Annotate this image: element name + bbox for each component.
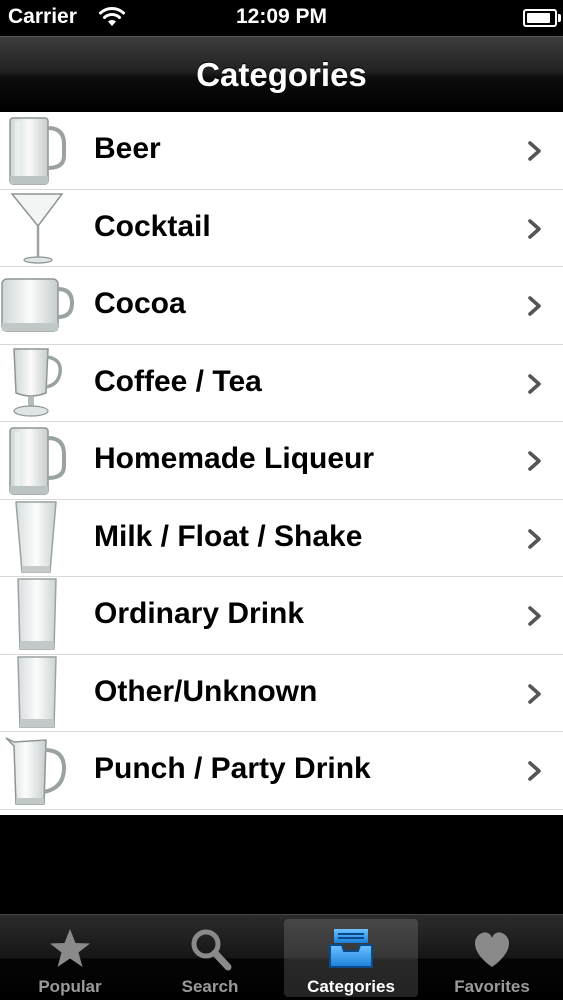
chevron-right-icon	[527, 528, 543, 555]
category-row[interactable]: Punch / Party Drink	[0, 732, 563, 810]
chevron-right-icon	[527, 140, 543, 167]
cocoa-mug-icon	[0, 267, 76, 343]
chevron-right-icon	[527, 450, 543, 477]
category-label: Coffee / Tea	[94, 364, 262, 398]
heart-icon	[425, 927, 559, 973]
battery-icon	[523, 9, 561, 27]
chevron-right-icon	[527, 605, 543, 632]
clock: 12:09 PM	[235, 5, 328, 28]
navigation-bar: Categories	[0, 36, 563, 112]
category-row[interactable]: Homemade Liqueur	[0, 422, 563, 500]
status-bar: Carrier 12:09 PM	[0, 0, 563, 36]
tab-label: Favorites	[454, 977, 530, 996]
page-title: Categories	[196, 56, 367, 93]
category-row[interactable]: Cocktail	[0, 189, 563, 267]
category-row[interactable]: Other/Unknown	[0, 654, 563, 732]
category-label: Ordinary Drink	[94, 597, 305, 630]
category-row[interactable]: Coffee / Tea	[0, 344, 563, 422]
martini-glass-icon	[0, 190, 76, 266]
tab-search[interactable]: Search	[143, 919, 277, 997]
irish-coffee-mug-icon	[0, 345, 76, 421]
chevron-right-icon	[527, 218, 543, 245]
category-list[interactable]: Beer Cocktail Cocoa Coffee / Tea Homemad…	[0, 112, 563, 815]
category-label: Punch / Party Drink	[94, 752, 371, 785]
chevron-right-icon	[527, 683, 543, 710]
magnifier-icon	[143, 927, 277, 973]
tab-label: Categories	[307, 977, 395, 996]
category-label: Milk / Float / Shake	[94, 519, 363, 553]
star-icon	[3, 927, 137, 973]
category-row[interactable]: Cocoa	[0, 267, 563, 345]
tab-popular[interactable]: Popular	[3, 919, 137, 997]
chevron-right-icon	[527, 373, 543, 400]
tab-label: Search	[181, 977, 239, 996]
beer-mug-icon	[0, 422, 76, 498]
tab-categories[interactable]: Categories	[284, 919, 418, 997]
category-label: Cocktail	[94, 209, 211, 243]
highball-glass-icon	[0, 655, 76, 731]
beer-mug-icon	[0, 112, 76, 188]
tall-glass-icon	[0, 500, 76, 576]
tab-favorites[interactable]: Favorites	[425, 919, 559, 997]
category-label: Homemade Liqueur	[94, 442, 375, 475]
battery-level	[527, 13, 551, 23]
category-label: Other/Unknown	[94, 674, 318, 708]
tab-label: Popular	[38, 977, 102, 996]
tab-bar: Popular Search Categories Favorites	[0, 914, 563, 1000]
category-row[interactable]: Milk / Float / Shake	[0, 499, 563, 577]
category-label: Cocoa	[94, 287, 186, 320]
category-label: Beer	[94, 132, 161, 165]
highball-glass-icon	[0, 577, 76, 653]
chevron-right-icon	[527, 295, 543, 322]
chevron-right-icon	[527, 760, 543, 787]
inbox-tray-icon	[284, 927, 418, 973]
category-row[interactable]: Beer	[0, 112, 563, 190]
category-row[interactable]: Ordinary Drink	[0, 577, 563, 655]
pitcher-icon	[0, 732, 76, 808]
